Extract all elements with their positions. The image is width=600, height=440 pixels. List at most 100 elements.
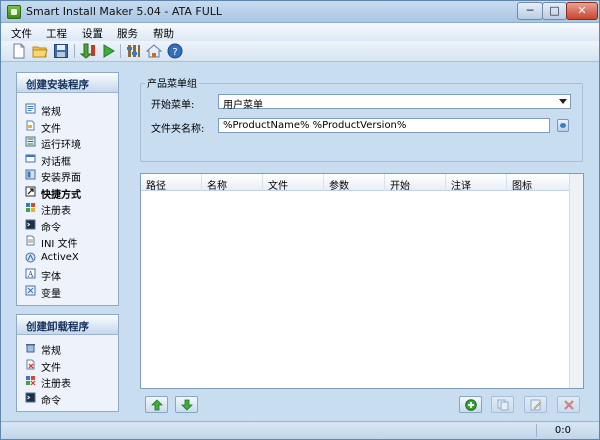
menu-help[interactable]: 帮助 (153, 26, 174, 41)
edit-button[interactable] (524, 396, 547, 413)
save-icon[interactable] (53, 43, 69, 59)
nav-item-command[interactable]: 命令 (25, 390, 115, 407)
activex-icon (25, 252, 36, 263)
menu-settings[interactable]: 设置 (82, 26, 103, 41)
folder-name-label: 文件夹名称: (151, 124, 205, 135)
nav-item-command[interactable]: 命令 (25, 217, 115, 234)
menu-file[interactable]: 文件 (11, 26, 32, 41)
status-bar: 0:0 (1, 421, 599, 439)
title-bar[interactable]: Smart Install Maker 5.04 - ATA FULL ─ □ … (1, 1, 599, 23)
nav-item-label: 注册表 (41, 379, 71, 390)
run-icon[interactable] (100, 43, 116, 59)
main-window: Smart Install Maker 5.04 - ATA FULL ─ □ … (0, 0, 600, 440)
chevron-down-icon[interactable] (559, 99, 567, 104)
help-icon[interactable]: ? (167, 43, 183, 59)
nav-item-shortcut[interactable]: 快捷方式 (25, 184, 115, 201)
new-file-icon[interactable] (11, 43, 27, 59)
variables-icon (25, 285, 36, 296)
trash-icon (25, 342, 36, 353)
nav-item-trash[interactable]: 常规 (25, 340, 115, 357)
toolbar-separator (74, 44, 75, 58)
nav-item-label: 文件 (41, 123, 61, 135)
delete-icon (564, 400, 574, 410)
general-icon (25, 103, 36, 114)
nav-item-dialogs[interactable]: 对话框 (25, 151, 115, 168)
nav-item-label: 安装界面 (41, 173, 81, 184)
arrow-up-icon (151, 399, 163, 411)
copy-icon (497, 399, 509, 411)
uninstall-nav-header: 创建卸载程序 (17, 315, 118, 335)
delete-button[interactable] (557, 396, 580, 413)
nav-item-registry-delete[interactable]: 注册表 (25, 373, 115, 390)
nav-item-variables[interactable]: 变量 (25, 283, 115, 300)
nav-item-label: 字体 (41, 272, 61, 283)
column-header-name[interactable]: 名称 (202, 174, 263, 192)
dialogs-icon (25, 153, 36, 164)
app-icon (7, 5, 21, 19)
build-icon[interactable] (80, 43, 96, 59)
nav-item-label: 命令 (41, 395, 61, 407)
status-position: 0:0 (554, 425, 571, 436)
nav-item-general[interactable]: 常规 (25, 101, 115, 118)
start-menu-label: 开始菜单: (151, 100, 195, 111)
column-header-start[interactable]: 开始 (385, 174, 446, 192)
maximize-button[interactable]: □ (542, 2, 567, 20)
interface-icon (25, 169, 36, 180)
window-title: Smart Install Maker 5.04 - ATA FULL (26, 5, 223, 18)
column-header-icon[interactable]: 图标 (507, 174, 570, 192)
nav-item-ini-file[interactable]: INI 文件 (25, 233, 115, 250)
add-button[interactable] (459, 396, 482, 413)
nav-item-label: 变量 (41, 288, 61, 300)
nav-item-registry[interactable]: 注册表 (25, 200, 115, 217)
nav-item-activex[interactable]: ActiveX (25, 250, 115, 266)
close-button[interactable]: ✕ (566, 2, 598, 20)
column-header-params[interactable]: 参数 (324, 174, 385, 192)
home-icon[interactable] (146, 43, 162, 59)
product-menu-group-title: 产品菜单组 (145, 75, 199, 90)
menu-service[interactable]: 服务 (117, 26, 138, 41)
nav-item-files[interactable]: 文件 (25, 118, 115, 135)
move-down-button[interactable] (175, 396, 198, 413)
toolbar: ? (1, 41, 599, 62)
nav-item-label: 运行环境 (41, 140, 81, 151)
folder-name-input[interactable] (218, 118, 550, 133)
install-nav-header: 创建安装程序 (17, 73, 118, 93)
toolbar-separator (120, 44, 121, 58)
column-header-path[interactable]: 路径 (141, 174, 202, 192)
add-icon (465, 399, 477, 411)
nav-item-font[interactable]: A 字体 (25, 266, 115, 283)
uninstall-nav-panel: 创建卸载程序 常规 文件注册表命令 (16, 314, 119, 412)
svg-text:A: A (27, 270, 34, 279)
nav-item-label: 对话框 (41, 156, 71, 168)
menu-project[interactable]: 工程 (46, 26, 67, 41)
registry-delete-icon (25, 375, 36, 386)
column-header-file[interactable]: 文件 (263, 174, 324, 192)
open-folder-icon[interactable] (32, 43, 48, 59)
shortcuts-table[interactable]: 路径 名称 文件 参数 开始 注译 图标 (140, 173, 584, 389)
delete-files-icon (25, 359, 36, 370)
settings-icon[interactable] (126, 43, 142, 59)
font-icon: A (25, 268, 36, 279)
files-icon (25, 120, 36, 131)
nav-item-delete-files[interactable]: 文件 (25, 357, 115, 374)
column-header-comment[interactable]: 注译 (446, 174, 507, 192)
nav-item-label: 注册表 (41, 206, 71, 217)
command-icon (25, 392, 36, 403)
browse-icon[interactable] (557, 119, 569, 132)
edit-icon (530, 399, 542, 411)
svg-text:?: ? (172, 47, 177, 58)
start-menu-select[interactable]: 用户菜单 (218, 94, 571, 111)
nav-item-interface[interactable]: 安装界面 (25, 167, 115, 184)
nav-item-label: 快捷方式 (41, 189, 81, 201)
table-scrollbar[interactable] (569, 174, 583, 388)
move-up-button[interactable] (145, 396, 168, 413)
nav-item-requirements[interactable]: 运行环境 (25, 134, 115, 151)
registry-icon (25, 202, 36, 213)
copy-button[interactable] (491, 396, 514, 413)
nav-item-label: ActiveX (41, 251, 79, 263)
shortcut-icon (25, 186, 36, 197)
command-icon (25, 219, 36, 230)
table-header: 路径 名称 文件 参数 开始 注译 图标 (141, 174, 570, 192)
minimize-button[interactable]: ─ (517, 2, 543, 20)
requirements-icon (25, 136, 36, 147)
